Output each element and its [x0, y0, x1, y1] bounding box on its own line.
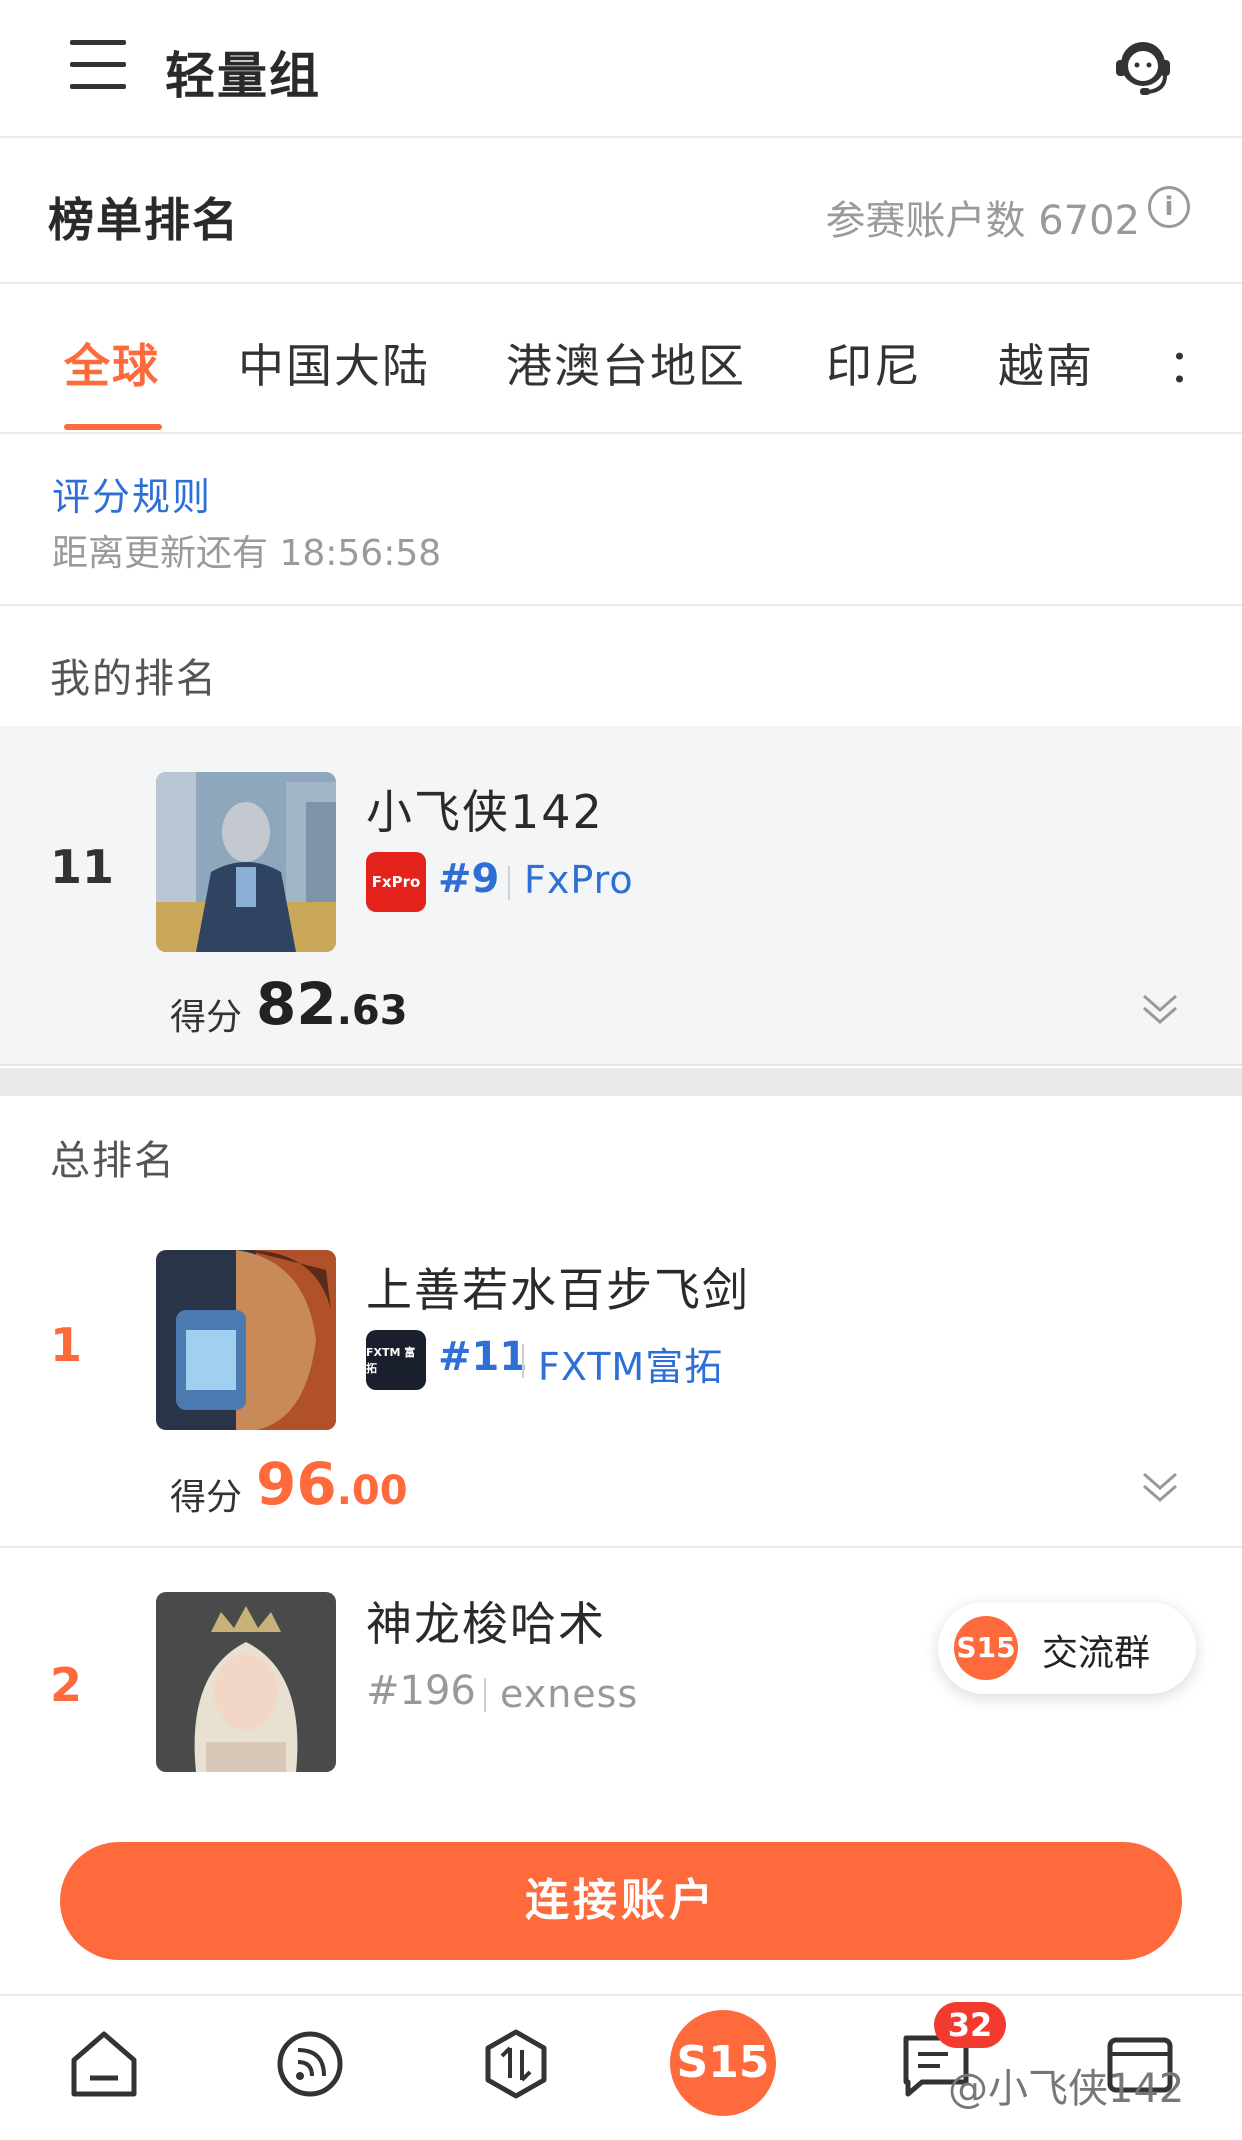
chat-group-button[interactable]: S15 交流群 — [938, 1602, 1196, 1694]
s15-logo-icon: S15 — [954, 1616, 1018, 1680]
leaderboard-title: 榜单排名 — [48, 193, 240, 247]
watermark-text: @小飞侠142 — [948, 2066, 1185, 2112]
avatar — [156, 1250, 336, 1430]
user-name: 上善若水百步飞剑 — [366, 1263, 750, 1317]
info-icon[interactable]: i — [1148, 186, 1190, 228]
fxtm-logo: FXTM 富拓 — [366, 1330, 426, 1390]
my-rank-label: 我的排名 — [50, 656, 218, 702]
menu-icon[interactable] — [70, 40, 126, 90]
bottom-nav: S15 32 @小飞侠142 — [0, 1994, 1242, 2140]
page-title: 轻量组 — [165, 47, 321, 105]
broker-name[interactable]: FxPro — [524, 858, 634, 902]
score-label: 得分 — [170, 997, 243, 1038]
score-value: 96.00 — [256, 1450, 408, 1518]
chevron-down-icon[interactable] — [1140, 988, 1180, 1028]
broker-name[interactable]: exness — [500, 1672, 638, 1716]
my-rank-card[interactable]: 11 小飞侠142 FxPro #9 FxPro 得分 82.63 — [0, 726, 1242, 1066]
tab-more[interactable]: ： — [1168, 330, 1208, 396]
connect-account-button[interactable]: 连接账户 — [60, 1842, 1182, 1960]
scoring-rules-link[interactable]: 评分规则 — [52, 466, 212, 521]
feed-icon[interactable] — [270, 2024, 350, 2104]
rules-section: 评分规则 距离更新还有 18:56:58 — [0, 436, 1242, 606]
region-tabs: 全球 中国大陆 港澳台地区 印尼 越南 ： — [0, 286, 1242, 434]
leaderboard-header: 榜单排名 参赛账户数 6702 i — [0, 140, 1242, 284]
tab-active-indicator — [64, 424, 162, 430]
score-decimal: .63 — [336, 988, 408, 1034]
separator — [508, 866, 510, 900]
trade-icon[interactable] — [476, 2024, 556, 2104]
update-countdown: 距离更新还有 18:56:58 — [52, 533, 442, 574]
section-divider — [0, 1068, 1242, 1096]
chevron-down-icon[interactable] — [1140, 1466, 1180, 1506]
connect-area: 连接账户 — [0, 1796, 1242, 1992]
participant-count: 参赛账户数 6702 — [825, 198, 1140, 244]
tab-indonesia[interactable]: 印尼 — [826, 330, 922, 396]
score-integer: 82 — [256, 970, 337, 1038]
broker-logo-text: FxPro — [371, 873, 421, 891]
chat-group-label: 交流群 — [1042, 1633, 1151, 1674]
rank-number: 1 — [50, 1318, 83, 1372]
top-bar: 轻量组 — [0, 0, 1242, 138]
broker-rank: #196 — [366, 1668, 476, 1714]
s15-icon[interactable]: S15 — [670, 2010, 776, 2116]
tab-vietnam[interactable]: 越南 — [998, 330, 1094, 396]
separator — [484, 1678, 486, 1712]
rank-number: 2 — [50, 1658, 83, 1712]
list-item[interactable]: 1 上善若水百步飞剑 FXTM 富拓 #11 FXTM富拓 得分 96.00 — [0, 1220, 1242, 1544]
score-label: 得分 — [170, 1477, 243, 1518]
separator — [522, 1344, 524, 1378]
overall-rank-label: 总排名 — [50, 1138, 176, 1184]
message-count-badge: 32 — [934, 2002, 1006, 2048]
avatar — [156, 772, 336, 952]
tab-mainland-china[interactable]: 中国大陆 — [238, 330, 430, 396]
fxpro-logo: FxPro — [366, 852, 426, 912]
home-icon[interactable] — [64, 2024, 144, 2104]
tab-hk-macau-taiwan[interactable]: 港澳台地区 — [506, 330, 746, 396]
headset-icon[interactable] — [1108, 30, 1178, 100]
tab-global[interactable]: 全球 — [64, 330, 160, 396]
avatar — [156, 1592, 336, 1772]
broker-rank: #11 — [438, 1334, 528, 1380]
broker-rank: #9 — [438, 856, 500, 902]
user-name: 小飞侠142 — [366, 785, 604, 839]
broker-logo-text: FXTM 富拓 — [366, 1346, 416, 1375]
score-integer: 96 — [256, 1450, 337, 1518]
rank-number: 11 — [50, 840, 115, 894]
broker-name[interactable]: FXTM富拓 — [538, 1336, 723, 1391]
user-name: 神龙梭哈术 — [366, 1597, 606, 1651]
score-value: 82.63 — [256, 970, 408, 1038]
score-decimal: .00 — [336, 1468, 408, 1514]
